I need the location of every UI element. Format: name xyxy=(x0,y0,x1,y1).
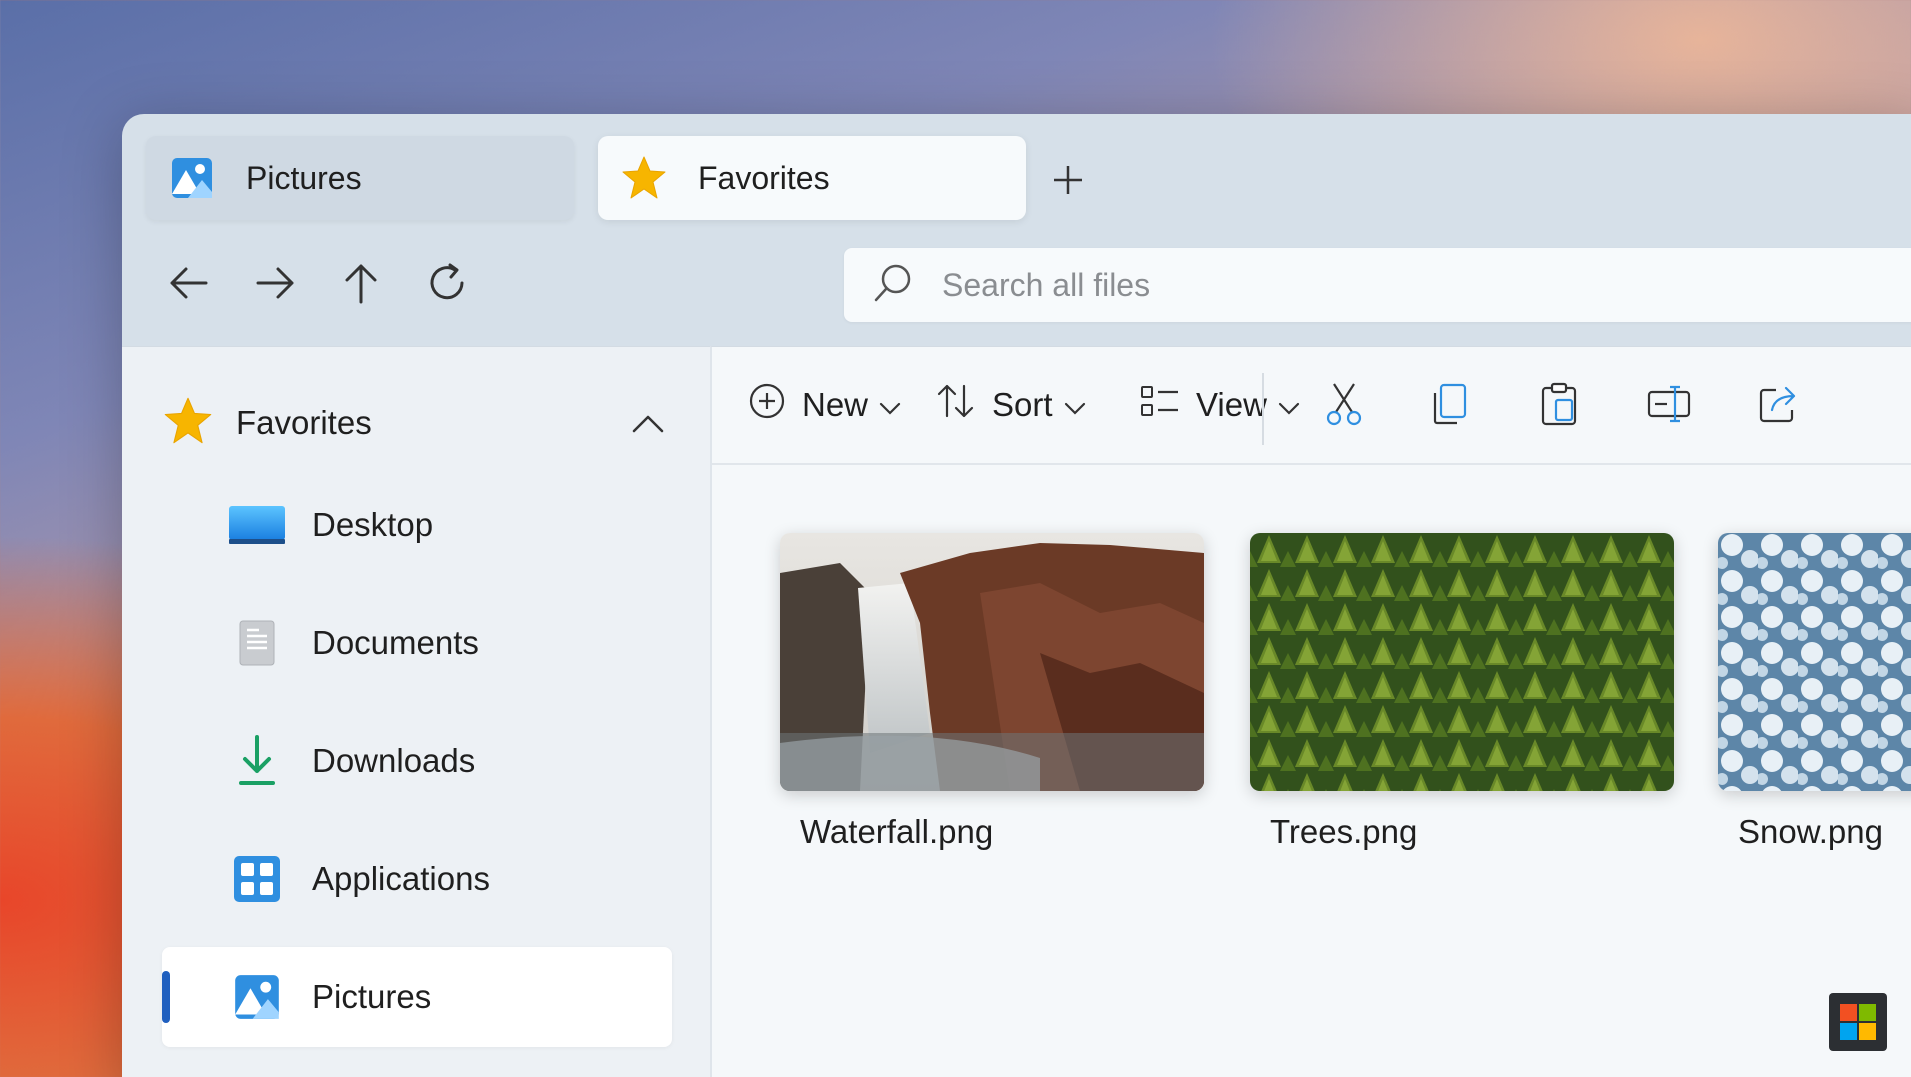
sort-label: Sort xyxy=(992,386,1053,423)
arrow-up-icon xyxy=(338,260,384,311)
view-button[interactable]: View xyxy=(1140,375,1301,435)
content-pane: New Sort View Waterfall.png Trees.png Sn… xyxy=(710,346,1911,1077)
sidebar-item-label: Downloads xyxy=(312,742,476,779)
search-icon xyxy=(872,262,914,309)
new-label: New xyxy=(802,386,869,423)
share-button[interactable] xyxy=(1748,375,1810,437)
sort-button[interactable]: Sort xyxy=(936,375,1087,435)
toolbar-divider xyxy=(1262,373,1264,445)
new-tab-button[interactable] xyxy=(1040,154,1096,210)
rename-button[interactable] xyxy=(1638,375,1700,437)
star-icon xyxy=(162,395,214,452)
copy-icon xyxy=(1432,383,1468,430)
arrow-right-icon xyxy=(252,260,298,311)
star-icon xyxy=(620,154,668,202)
tab-favorites[interactable]: Favorites xyxy=(598,136,1026,220)
forward-button[interactable] xyxy=(244,254,306,316)
rename-icon xyxy=(1647,385,1691,428)
sidebar-section-label: Favorites xyxy=(236,404,372,441)
sidebar-item-desktop[interactable]: Desktop xyxy=(162,475,672,575)
sidebar-item-documents[interactable]: Documents xyxy=(162,593,672,693)
sidebar-item-label: Pictures xyxy=(312,978,432,1015)
file-name: Trees.png xyxy=(1270,813,1418,850)
search-box[interactable] xyxy=(844,248,1911,322)
back-button[interactable] xyxy=(158,254,220,316)
cut-button[interactable] xyxy=(1313,375,1375,437)
sidebar-item-downloads[interactable]: Downloads xyxy=(162,711,672,811)
file-explorer-window: Pictures Favorites Search all files Favo… xyxy=(122,114,1911,1077)
refresh-button[interactable] xyxy=(416,254,478,316)
sidebar-item-label: Desktop xyxy=(312,506,434,543)
tab-label: Favorites xyxy=(698,159,830,196)
chevron-down-icon xyxy=(1063,386,1087,424)
desktop-icon xyxy=(224,492,290,558)
sidebar-favorites-header[interactable]: Favorites xyxy=(162,391,672,455)
refresh-icon xyxy=(424,260,470,311)
document-icon xyxy=(224,610,290,676)
sidebar-item-applications[interactable]: Applications xyxy=(162,829,672,929)
file-item-snow[interactable]: Snow.png xyxy=(1718,533,1911,851)
arrow-left-icon xyxy=(166,260,212,311)
sidebar: Favorites Desktop Documents Downloads Ap… xyxy=(122,346,710,1077)
tab-label: Pictures xyxy=(246,159,362,196)
chevron-down-icon xyxy=(878,386,902,424)
plus-icon xyxy=(1050,162,1086,203)
sidebar-item-label: Applications xyxy=(312,860,490,897)
chevron-up-icon[interactable] xyxy=(624,399,672,447)
thumbnail-image xyxy=(1718,533,1911,791)
thumbnail-image xyxy=(780,533,1204,791)
file-item-waterfall[interactable]: Waterfall.png xyxy=(780,533,1204,851)
file-name: Snow.png xyxy=(1738,813,1883,850)
chevron-down-icon xyxy=(1277,386,1301,424)
tab-pictures[interactable]: Pictures xyxy=(146,136,574,220)
up-button[interactable] xyxy=(330,254,392,316)
command-bar: New Sort View xyxy=(712,347,1911,465)
share-icon xyxy=(1758,384,1800,429)
view-list-icon xyxy=(1140,384,1180,426)
paste-button[interactable] xyxy=(1528,375,1590,437)
windows-logo-icon xyxy=(1829,993,1887,1051)
search-input[interactable] xyxy=(942,266,1842,304)
new-button[interactable]: New xyxy=(748,375,902,435)
applications-icon xyxy=(224,846,290,912)
view-label: View xyxy=(1196,386,1267,423)
sidebar-item-label: Documents xyxy=(312,624,479,661)
file-item-trees[interactable]: Trees.png xyxy=(1250,533,1674,851)
download-icon xyxy=(224,728,290,794)
sort-icon xyxy=(936,382,976,428)
pictures-icon xyxy=(168,154,216,202)
thumbnail-image xyxy=(1250,533,1674,791)
file-name: Waterfall.png xyxy=(800,813,994,850)
paste-icon xyxy=(1540,382,1578,431)
pictures-icon xyxy=(224,964,290,1030)
copy-button[interactable] xyxy=(1419,375,1481,437)
sidebar-item-pictures[interactable]: Pictures xyxy=(162,947,672,1047)
add-circle-icon xyxy=(748,382,786,428)
cut-icon xyxy=(1324,382,1364,431)
